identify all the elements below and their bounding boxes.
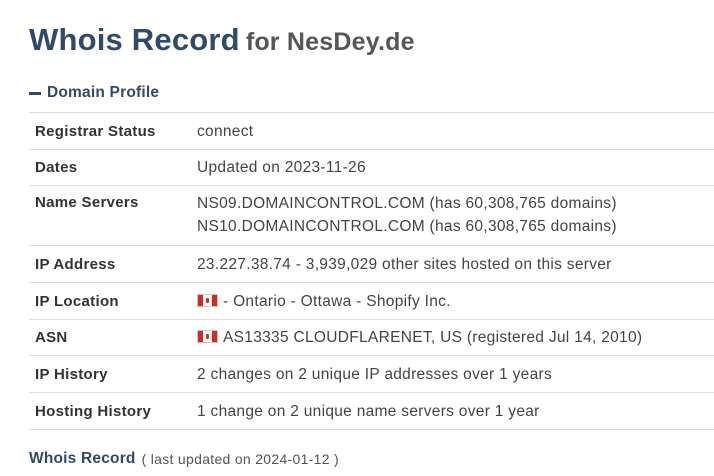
canada-flag-icon [197, 330, 218, 343]
row-value: 1 change on 2 unique name servers over 1… [197, 393, 714, 429]
hosting-history-value: 1 change on 2 unique name servers over 1… [197, 402, 540, 420]
table-row-hosting-history: Hosting History 1 change on 2 unique nam… [29, 393, 714, 430]
table-row-registrar-status: Registrar Status connect [29, 113, 714, 150]
row-label: Name Servers [35, 194, 139, 211]
row-label: Dates [35, 159, 78, 176]
registrar-status-value: connect [197, 122, 254, 140]
last-updated-note: ( last updated on 2024-01-12 ) [141, 451, 339, 467]
domain-profile-toggle[interactable]: Domain Profile [29, 81, 714, 105]
row-value: AS13335 CLOUDFLARENET, US (registered Ju… [197, 320, 714, 355]
row-value: NS09.DOMAINCONTROL.COM (has 60,308,765 d… [197, 186, 714, 245]
ip-location-line: - Ontario - Ottawa - Shopify Inc. [197, 290, 714, 313]
dates-value: Updated on 2023-11-26 [197, 159, 366, 176]
minus-icon[interactable] [29, 91, 41, 95]
row-label: IP Address [35, 255, 116, 273]
whois-record-footer: Whois Record ( last updated on 2024-01-1… [29, 447, 714, 471]
asn-value: AS13335 CLOUDFLARENET, US (registered Ju… [223, 329, 643, 346]
row-label: ASN [35, 329, 68, 346]
row-label: IP History [35, 365, 108, 383]
domain-profile-table: Registrar Status connect Dates Updated o… [29, 112, 714, 430]
ip-address-value: 23.227.38.74 - 3,939,029 other sites hos… [197, 255, 612, 273]
whois-record-link[interactable]: Whois Record [29, 450, 136, 468]
page-title-main: Whois Record [29, 22, 240, 57]
asn-line: AS13335 CLOUDFLARENET, US (registered Ju… [197, 326, 714, 349]
row-label: IP Location [35, 292, 119, 310]
row-label: Registrar Status [35, 122, 156, 140]
table-row-name-servers: Name Servers NS09.DOMAINCONTROL.COM (has… [29, 186, 714, 246]
section-title: Domain Profile [47, 84, 160, 101]
name-server-item: NS09.DOMAINCONTROL.COM (has 60,308,765 d… [197, 195, 617, 212]
row-value: Updated on 2023-11-26 [197, 150, 714, 185]
whois-page: Whois Record for NesDey.de Domain Profile… [29, 18, 714, 471]
row-value: connect [197, 113, 714, 149]
row-value: 2 changes on 2 unique IP addresses over … [197, 356, 714, 392]
canada-flag-icon [197, 293, 218, 307]
page-title-domain: for NesDey.de [245, 28, 415, 56]
row-value: - Ontario - Ottawa - Shopify Inc. [197, 283, 714, 319]
table-row-dates: Dates Updated on 2023-11-26 [29, 150, 714, 186]
ip-history-value: 2 changes on 2 unique IP addresses over … [197, 365, 553, 383]
row-value: 23.227.38.74 - 3,939,029 other sites hos… [197, 246, 714, 282]
row-label: Hosting History [35, 402, 152, 420]
table-row-ip-history: IP History 2 changes on 2 unique IP addr… [29, 356, 714, 393]
ip-location-value: - Ontario - Ottawa - Shopify Inc. [223, 292, 451, 310]
page-title: Whois Record for NesDey.de [29, 18, 714, 60]
table-row-ip-address: IP Address 23.227.38.74 - 3,939,029 othe… [29, 246, 714, 283]
name-server-item: NS10.DOMAINCONTROL.COM (has 60,308,765 d… [197, 218, 617, 235]
table-row-asn: ASN AS13335 CLOUDFLARENET, US (registere… [29, 320, 714, 356]
table-row-ip-location: IP Location - Ontario - Ottawa - Shopify… [29, 283, 714, 320]
